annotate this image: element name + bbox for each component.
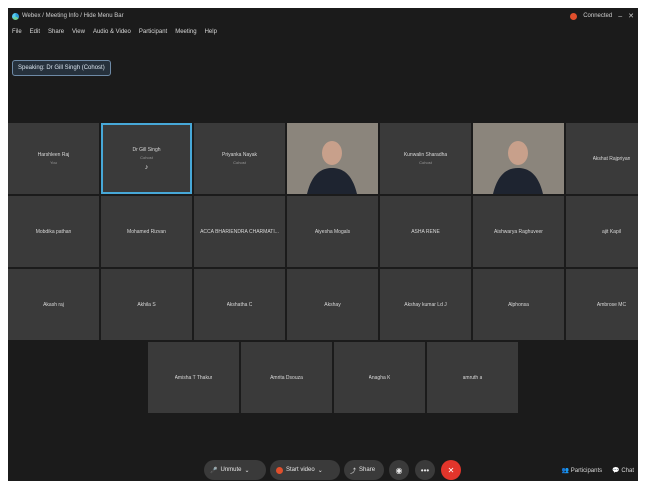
participant-tile[interactable]: ajit Kapil — [566, 196, 638, 267]
participant-name: Mobdika pathan — [35, 228, 72, 235]
share-label: Share — [359, 467, 376, 473]
unmute-label: Unmute — [220, 467, 242, 473]
video-off-icon — [276, 466, 283, 474]
microphone-muted-icon: 🎤 — [210, 467, 218, 474]
participant-tile[interactable]: Priyanka Nayak Cohost — [194, 123, 285, 194]
participant-name: Akshat Rajpriyan — [592, 155, 631, 162]
participant-tile[interactable]: ACCA BHARIENDRA CHARMATI... — [194, 196, 285, 267]
start-video-button[interactable]: Start video ⌄ — [270, 460, 340, 480]
participant-role: Cohost — [419, 160, 432, 165]
participant-tile[interactable]: Aishwarya Raghuveer — [473, 196, 564, 267]
participant-tile[interactable]: Mobdika pathan — [8, 196, 99, 267]
participant-tile[interactable]: Akhila S — [101, 269, 192, 340]
menu-participant[interactable]: Participant — [139, 29, 167, 35]
menu-audio-video[interactable]: Audio & Video — [93, 29, 131, 35]
menu-file[interactable]: File — [12, 29, 22, 35]
more-options-button[interactable]: ••• — [415, 460, 435, 480]
participant-name: Kunwalin Sharadha — [403, 152, 448, 158]
leave-icon: ✕ — [447, 465, 455, 475]
participant-name: Amisha T Thakur — [174, 374, 213, 381]
participant-tile[interactable]: Akshay — [287, 269, 378, 340]
meeting-toolbar: 🎤 Unmute ⌄ Start video ⌄ ⤴ Share ◉ ••• ✕… — [8, 454, 638, 481]
participant-tile[interactable]: Amrita Dsouza — [241, 342, 332, 413]
participant-video-feed — [473, 123, 564, 194]
meeting-window: Webex / Meeting Info / Hide Menu Bar Con… — [8, 8, 638, 481]
menu-help[interactable]: Help — [205, 29, 217, 35]
share-icon: ⤴ — [350, 468, 357, 475]
participants-button[interactable]: 👥 Participants — [562, 467, 603, 474]
participant-name: ajit Kapil — [602, 228, 621, 235]
participant-name: Ambrose MC — [596, 301, 627, 308]
participant-name: Dr Gill Singh — [132, 146, 161, 153]
menu-meeting[interactable]: Meeting — [175, 29, 196, 35]
participant-name: Akash raj — [43, 301, 64, 308]
menu-view[interactable]: View — [72, 29, 85, 35]
participant-name: Mohamed Rizvan — [127, 228, 166, 235]
share-button[interactable]: ⤴ Share — [344, 460, 384, 480]
participant-tile[interactable]: Harshleen Raj You — [8, 123, 99, 194]
minimize-icon[interactable]: – — [618, 13, 622, 20]
participant-name: ASHA RENE — [411, 228, 440, 235]
participant-name: Aiyesha Mogals — [314, 228, 351, 235]
menu-bar: File Edit Share View Audio & Video Parti… — [8, 26, 217, 38]
participant-tile[interactable]: Mohamed Rizvan — [101, 196, 192, 267]
participant-tile[interactable]: Akshat Rajpriyan — [566, 123, 638, 194]
chat-label: Chat — [621, 467, 634, 474]
participant-role: Cohost — [140, 154, 153, 160]
speaking-indicator-icon: ♪ — [144, 163, 149, 171]
participant-name: Aishwarya Raghuveer — [494, 228, 543, 235]
participant-tile[interactable] — [473, 123, 564, 194]
participant-tile[interactable]: Aiyesha Mogals — [287, 196, 378, 267]
title-bar: Webex / Meeting Info / Hide Menu Bar Con… — [8, 8, 638, 24]
chevron-down-icon: ⌄ — [244, 467, 250, 474]
participant-tile[interactable]: Alphonsa — [473, 269, 564, 340]
participant-name: amruth a — [462, 374, 483, 381]
window-title: Webex / Meeting Info / Hide Menu Bar — [22, 13, 124, 19]
participant-name: Akshay — [324, 301, 341, 308]
chat-icon: 💬 — [612, 467, 620, 474]
close-icon[interactable]: ✕ — [628, 12, 634, 20]
participant-name: Alphonsa — [508, 301, 529, 308]
participant-name: Anagha K — [368, 374, 391, 381]
participant-role: Cohost — [233, 160, 246, 165]
connection-status[interactable]: Connected — [583, 13, 612, 19]
participants-icon: 👥 — [561, 467, 570, 474]
more-icon: ••• — [420, 465, 430, 475]
participant-name: Amrita Dsouza — [270, 374, 303, 381]
participant-tile[interactable]: Akash raj — [8, 269, 99, 340]
participant-name: ACCA BHARIENDRA CHARMATI... — [200, 228, 279, 235]
participant-name: Priyanka Nayak — [221, 152, 257, 158]
connection-status-icon — [570, 12, 578, 20]
webex-logo-icon — [12, 12, 19, 20]
participant-tile[interactable] — [287, 123, 378, 194]
participant-tile[interactable]: Dr Gill Singh Cohost ♪ — [101, 123, 192, 194]
speaking-indicator: Speaking: Dr Gill Singh (Cohost) — [12, 60, 111, 76]
menu-share[interactable]: Share — [48, 29, 64, 35]
participant-tile[interactable]: Akshatha C — [194, 269, 285, 340]
participant-tile[interactable]: Kunwalin Sharadha Cohost — [380, 123, 471, 194]
participant-name: Akhila S — [137, 301, 156, 308]
participants-label: Participants — [570, 467, 603, 474]
leave-meeting-button[interactable]: ✕ — [441, 460, 461, 480]
participant-name: Akshay kumar Ld J — [404, 301, 447, 308]
participant-name: Harshleen Raj — [37, 152, 70, 158]
participant-name: Akshatha C — [226, 301, 253, 308]
participant-tile[interactable]: Akshay kumar Ld J — [380, 269, 471, 340]
chat-button[interactable]: 💬 Chat — [612, 467, 634, 474]
participant-role: You — [50, 160, 57, 165]
record-icon: ◉ — [395, 465, 403, 475]
unmute-button[interactable]: 🎤 Unmute ⌄ — [204, 460, 266, 480]
participant-tile[interactable]: Amisha T Thakur — [148, 342, 239, 413]
participant-tile[interactable]: ASHA RENE — [380, 196, 471, 267]
start-video-label: Start video — [286, 467, 315, 473]
participant-tile[interactable]: amruth a — [427, 342, 518, 413]
chevron-down-icon: ⌄ — [317, 467, 323, 474]
record-button[interactable]: ◉ — [389, 460, 409, 480]
participant-tile[interactable]: Anagha K — [334, 342, 425, 413]
menu-edit[interactable]: Edit — [30, 29, 40, 35]
participant-video-feed — [287, 123, 378, 194]
participant-tile[interactable]: Ambrose MC — [566, 269, 638, 340]
